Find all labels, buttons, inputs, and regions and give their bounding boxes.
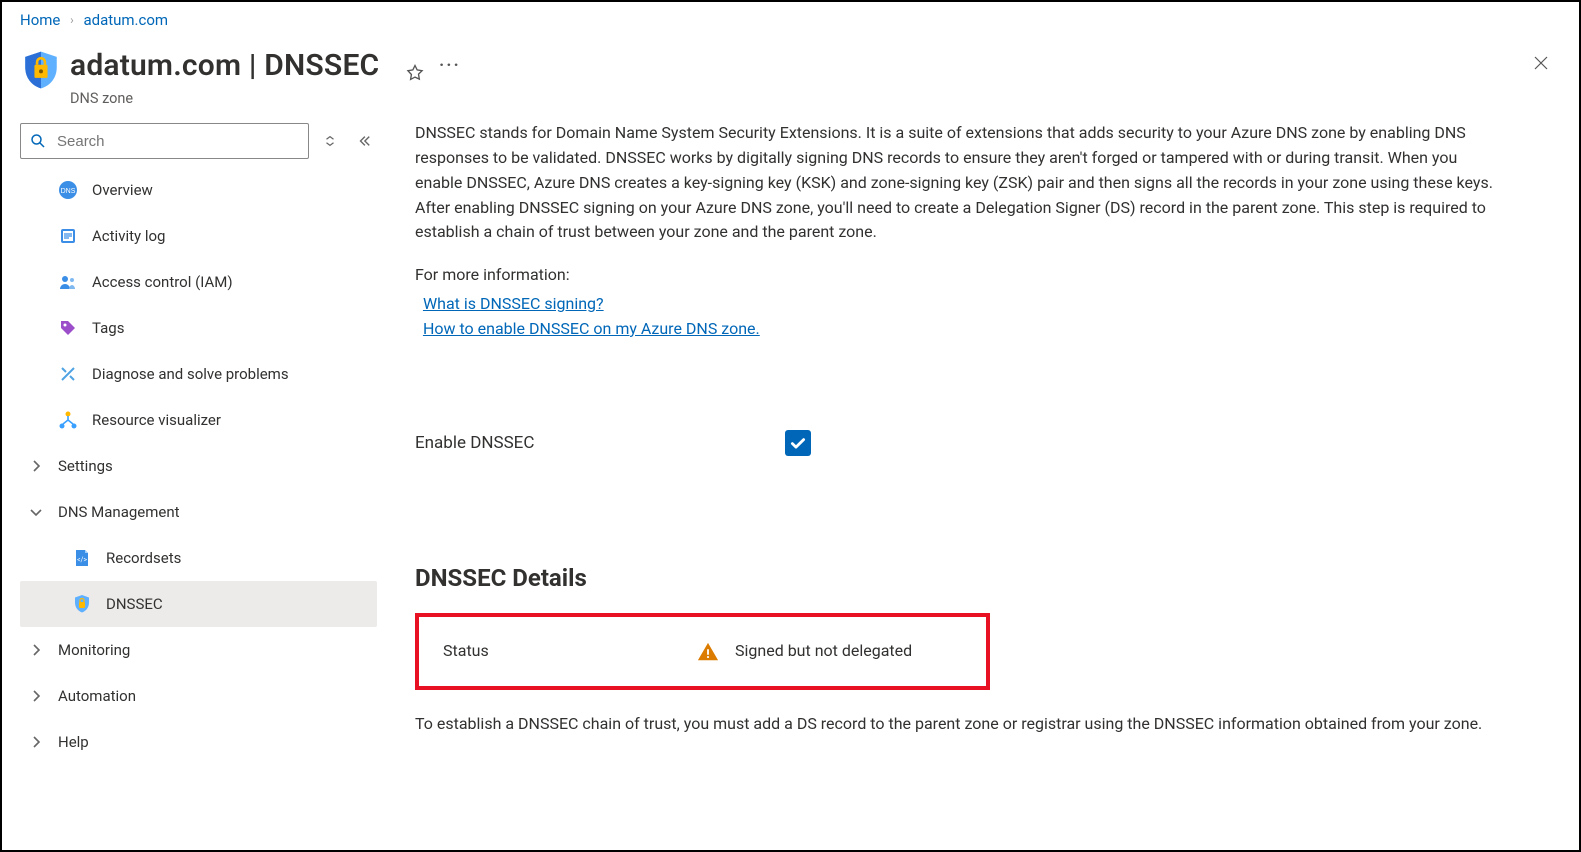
sidebar-item-visualizer[interactable]: Resource visualizer	[20, 397, 377, 443]
link-how-to-enable[interactable]: How to enable DNSSEC on my Azure DNS zon…	[423, 317, 760, 342]
breadcrumb-sep: ›	[70, 13, 74, 27]
sidebar-item-tags[interactable]: Tags	[20, 305, 377, 351]
check-icon	[789, 434, 807, 452]
tags-icon	[58, 318, 78, 338]
sidebar-item-label: Help	[58, 732, 89, 753]
search-input[interactable]	[55, 132, 300, 151]
chevron-right-icon	[28, 642, 44, 658]
overview-icon: DNS	[58, 180, 78, 200]
sidebar-item-overview[interactable]: DNS Overview	[20, 167, 377, 213]
breadcrumb: Home › adatum.com	[2, 2, 1579, 35]
favorite-star-icon[interactable]	[405, 53, 425, 73]
iam-icon	[58, 272, 78, 292]
dnssec-details-title: DNSSEC Details	[415, 560, 1543, 597]
recordsets-icon: </>	[72, 548, 92, 568]
chevron-down-icon	[28, 504, 44, 520]
sidebar-item-help[interactable]: Help	[20, 719, 377, 765]
sidebar-item-settings[interactable]: Settings	[20, 443, 377, 489]
collapse-sidebar-icon[interactable]	[351, 128, 377, 154]
sidebar-item-label: Access control (IAM)	[92, 272, 233, 293]
warning-icon	[697, 641, 719, 663]
activity-log-icon	[58, 226, 78, 246]
status-highlight: Status Signed but not delegated	[415, 613, 990, 690]
sidebar-item-monitoring[interactable]: Monitoring	[20, 627, 377, 673]
sidebar-item-recordsets[interactable]: </> Recordsets	[20, 535, 377, 581]
intro-text: DNSSEC stands for Domain Name System Sec…	[415, 121, 1495, 245]
enable-dnssec-checkbox[interactable]	[785, 430, 811, 456]
svg-text:DNS: DNS	[61, 188, 76, 195]
svg-text:</>: </>	[77, 556, 87, 564]
status-value: Signed but not delegated	[735, 639, 912, 664]
diagnose-icon	[58, 364, 78, 384]
chevron-right-icon	[28, 688, 44, 704]
more-icon[interactable]: ···	[439, 53, 459, 73]
sidebar-item-label: DNSSEC	[106, 594, 163, 615]
enable-dnssec-label: Enable DNSSEC	[415, 430, 785, 456]
title-zone: adatum.com	[70, 48, 241, 83]
sidebar-item-label: Activity log	[92, 226, 165, 247]
title-page: DNSSEC	[264, 48, 379, 83]
sidebar-item-label: DNS Management	[58, 502, 180, 523]
content-area: DNSSEC stands for Domain Name System Sec…	[387, 117, 1579, 852]
sidebar-item-activity-log[interactable]: Activity log	[20, 213, 377, 259]
link-what-is-dnssec[interactable]: What is DNSSEC signing?	[423, 292, 604, 317]
page-header: adatum.com | DNSSEC ··· DNS zone	[2, 35, 1579, 117]
more-info-label: For more information:	[415, 263, 1543, 288]
close-button[interactable]	[1527, 49, 1555, 77]
sidebar-item-label: Overview	[92, 180, 153, 201]
sidebar-item-label: Settings	[58, 456, 113, 477]
sidebar: DNS Overview Activity log Access control…	[2, 117, 387, 852]
status-label: Status	[443, 639, 697, 664]
visualizer-icon	[58, 410, 78, 430]
sidebar-item-label: Monitoring	[58, 640, 130, 661]
sidebar-search[interactable]	[20, 123, 309, 159]
sidebar-item-label: Recordsets	[106, 548, 181, 569]
expand-collapse-icon[interactable]	[317, 128, 343, 154]
sidebar-item-label: Tags	[92, 318, 124, 339]
chevron-right-icon	[28, 458, 44, 474]
search-icon	[29, 132, 47, 150]
page-subtitle: DNS zone	[70, 89, 459, 109]
chevron-right-icon	[28, 734, 44, 750]
sidebar-item-diagnose[interactable]: Diagnose and solve problems	[20, 351, 377, 397]
sidebar-item-label: Resource visualizer	[92, 410, 221, 431]
dnssec-icon	[72, 594, 92, 614]
page-title: adatum.com | DNSSEC ···	[70, 45, 459, 87]
sidebar-item-label: Diagnose and solve problems	[92, 364, 289, 385]
sidebar-item-label: Automation	[58, 686, 136, 707]
sidebar-item-automation[interactable]: Automation	[20, 673, 377, 719]
dnssec-shield-icon	[20, 49, 62, 91]
breadcrumb-home[interactable]: Home	[20, 11, 60, 29]
sidebar-item-iam[interactable]: Access control (IAM)	[20, 259, 377, 305]
breadcrumb-zone[interactable]: adatum.com	[83, 11, 168, 29]
sidebar-item-dns-management[interactable]: DNS Management	[20, 489, 377, 535]
status-footnote: To establish a DNSSEC chain of trust, yo…	[415, 712, 1495, 737]
sidebar-item-dnssec[interactable]: DNSSEC	[20, 581, 377, 627]
